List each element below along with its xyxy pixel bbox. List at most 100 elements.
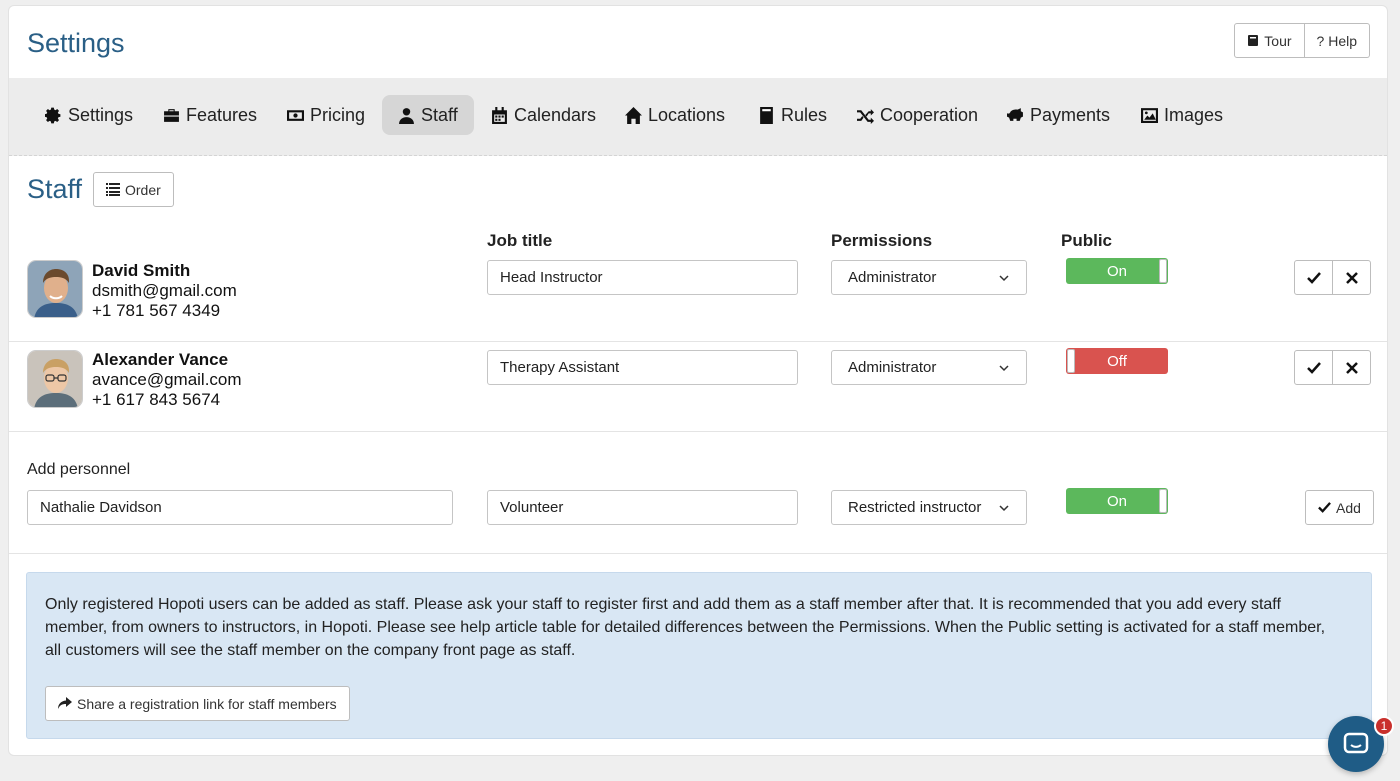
toggle-knob [1159, 259, 1167, 283]
toggle-label: Off [1107, 352, 1127, 370]
order-label: Order [125, 181, 161, 198]
tab-pricing[interactable]: Pricing [271, 95, 381, 135]
row-divider [9, 341, 1387, 342]
book-icon [760, 106, 773, 124]
permissions-select[interactable]: Administrator [831, 350, 1027, 385]
row-divider [9, 431, 1387, 432]
help-button[interactable]: ? Help [1304, 23, 1370, 58]
tab-cooperation[interactable]: Cooperation [841, 95, 994, 135]
row-divider [9, 553, 1387, 554]
save-button[interactable] [1294, 350, 1333, 385]
header-button-group: Tour ? Help [1234, 23, 1370, 58]
tab-label: Pricing [310, 104, 366, 125]
staff-phone: +1 617 843 5674 [92, 390, 221, 409]
help-label: ? Help [1316, 32, 1357, 49]
page-title: Settings [27, 28, 125, 58]
avatar [27, 350, 83, 408]
toggle-label: On [1106, 492, 1127, 510]
tab-images[interactable]: Images [1125, 95, 1239, 135]
tab-staff[interactable]: Staff [382, 95, 474, 135]
header: Settings Tour ? Help [9, 6, 1387, 78]
tab-payments[interactable]: Payments [991, 95, 1126, 135]
section-title: Staff [27, 174, 83, 204]
book-icon [1248, 35, 1259, 46]
public-toggle[interactable]: Off [1066, 348, 1168, 374]
tab-label: Locations [648, 104, 726, 125]
gear-icon [45, 107, 61, 123]
share-icon [58, 697, 72, 709]
tab-calendars[interactable]: Calendars [475, 95, 612, 135]
share-registration-link-button[interactable]: Share a registration link for staff memb… [45, 686, 350, 721]
close-icon [1345, 361, 1358, 374]
list-icon [106, 183, 120, 196]
tab-bar: Settings Features Pricing Staff Calendar… [9, 78, 1387, 156]
job-title-input[interactable]: Head Instructor [487, 260, 798, 295]
add-label: Add [1336, 499, 1361, 516]
calendar-icon [492, 106, 507, 124]
toggle-knob [1067, 349, 1075, 373]
tab-label: Cooperation [880, 104, 979, 125]
money-icon [287, 109, 304, 121]
public-header: Public [1061, 231, 1113, 250]
chat-notification-badge: 1 [1374, 716, 1394, 736]
image-icon [1141, 107, 1158, 123]
piggy-bank-icon [1007, 107, 1023, 121]
home-icon [625, 106, 642, 124]
select-value: Restricted instructor [848, 499, 982, 516]
user-icon [399, 107, 414, 124]
check-icon [1306, 271, 1321, 284]
chevron-down-icon [999, 504, 1009, 511]
shuffle-icon [857, 108, 874, 124]
toggle-label: On [1106, 262, 1127, 280]
tour-label: Tour [1264, 32, 1292, 49]
check-icon [1306, 361, 1321, 374]
job-title-header: Job title [487, 231, 553, 250]
permissions-header: Permissions [831, 231, 933, 250]
select-value: Administrator [848, 359, 937, 376]
add-button[interactable]: Add [1305, 490, 1374, 525]
delete-button[interactable] [1332, 260, 1371, 295]
job-title-input[interactable]: Therapy Assistant [487, 350, 798, 385]
save-button[interactable] [1294, 260, 1333, 295]
staff-name: David Smith [92, 261, 191, 280]
check-icon [1318, 502, 1331, 513]
staff-email: dsmith@gmail.com [92, 281, 237, 300]
staff-phone: +1 781 567 4349 [92, 301, 221, 320]
close-icon [1345, 271, 1358, 284]
chevron-down-icon [999, 274, 1009, 281]
staff-name: Alexander Vance [92, 350, 229, 369]
tab-label: Settings [68, 104, 134, 125]
tab-label: Features [186, 104, 258, 125]
permissions-select[interactable]: Restricted instructor [831, 490, 1027, 525]
order-button[interactable]: Order [93, 172, 174, 207]
public-toggle[interactable]: On [1066, 488, 1168, 514]
public-toggle[interactable]: On [1066, 258, 1168, 284]
info-text: Only registered Hopoti users can be adde… [45, 596, 1326, 659]
info-box: Only registered Hopoti users can be adde… [26, 572, 1372, 739]
tab-label: Staff [421, 104, 458, 125]
tab-features[interactable]: Features [147, 95, 273, 135]
person-photo [28, 351, 82, 407]
chevron-down-icon [999, 364, 1009, 371]
select-value: Administrator [848, 269, 937, 286]
tab-settings[interactable]: Settings [29, 95, 149, 135]
avatar [27, 260, 83, 318]
tab-label: Payments [1030, 104, 1111, 125]
tab-locations[interactable]: Locations [609, 95, 741, 135]
permissions-select[interactable]: Administrator [831, 260, 1027, 295]
tab-label: Rules [781, 104, 828, 125]
settings-panel: Settings Tour ? Help Settings Features P… [8, 5, 1388, 756]
share-label: Share a registration link for staff memb… [77, 695, 337, 712]
delete-button[interactable] [1332, 350, 1371, 385]
job-title-input[interactable]: Volunteer [487, 490, 798, 525]
person-photo [28, 261, 82, 317]
chat-icon [1343, 732, 1369, 754]
tab-rules[interactable]: Rules [742, 95, 843, 135]
staff-email: avance@gmail.com [92, 370, 242, 389]
personnel-name-input[interactable]: Nathalie Davidson [27, 490, 453, 525]
tour-button[interactable]: Tour [1234, 23, 1305, 58]
add-personnel-label: Add personnel [27, 461, 131, 478]
briefcase-icon [164, 108, 179, 122]
tab-label: Images [1164, 104, 1224, 125]
tab-label: Calendars [514, 104, 597, 125]
